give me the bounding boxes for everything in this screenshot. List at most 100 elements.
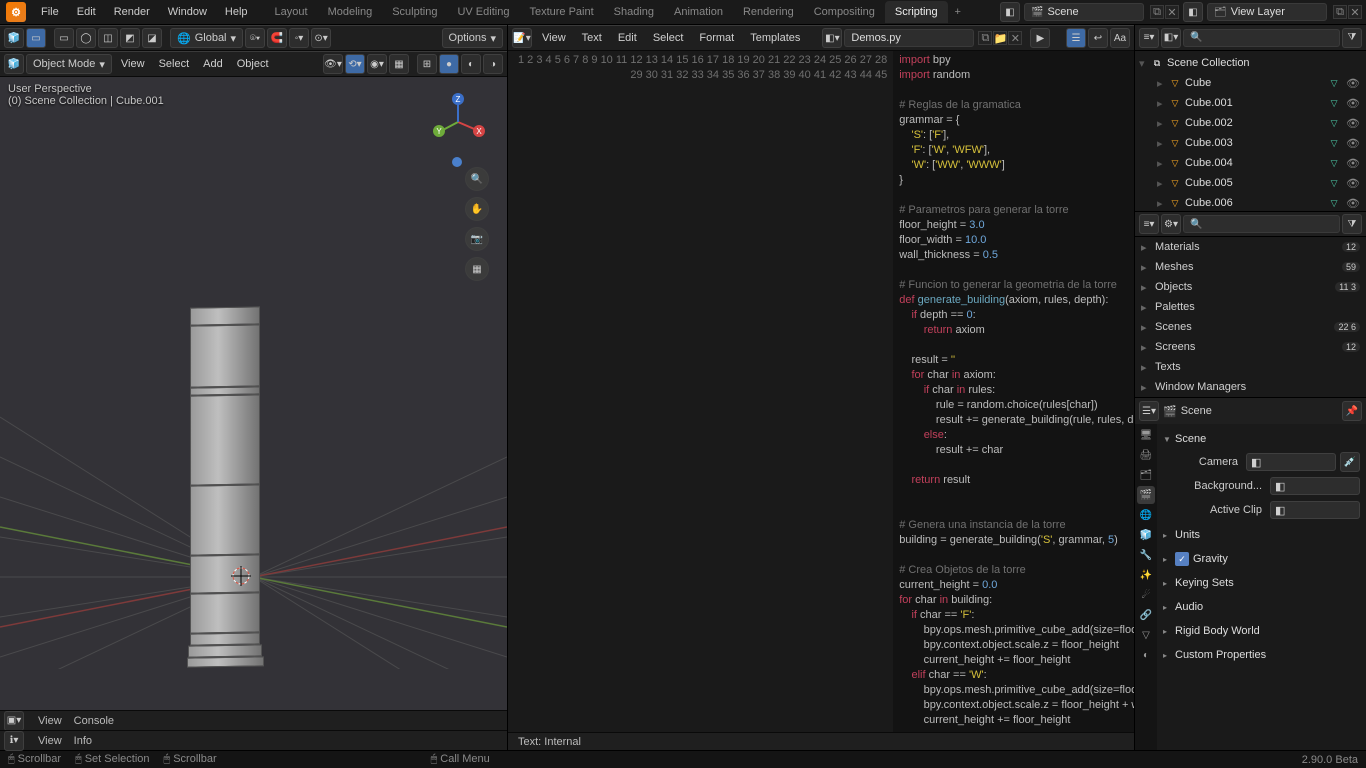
tab-scene-icon[interactable]: 🎬: [1137, 486, 1155, 504]
wordwrap-toggle-icon[interactable]: ↩: [1088, 28, 1108, 48]
blend-item[interactable]: ▸Texts: [1135, 357, 1366, 377]
menu-window[interactable]: Window: [159, 6, 216, 18]
syntax-toggle-icon[interactable]: Aa: [1110, 28, 1130, 48]
orientation-gizmo[interactable]: Z Y X: [433, 97, 483, 147]
blend-item[interactable]: ▸Scenes22 6: [1135, 317, 1366, 337]
console-menu-view[interactable]: View: [32, 715, 68, 727]
header-options-dropdown[interactable]: Options ▾: [442, 28, 503, 48]
viewport-3d[interactable]: User Perspective (0) Scene Collection | …: [0, 77, 507, 710]
text-menu-select[interactable]: Select: [645, 32, 692, 44]
menu-render[interactable]: Render: [105, 6, 159, 18]
viewport-menu-select[interactable]: Select: [152, 58, 197, 70]
panel-audio[interactable]: ▸Audio: [1163, 596, 1360, 618]
select-circle-icon[interactable]: ◯: [76, 28, 96, 48]
text-menu-templates[interactable]: Templates: [742, 32, 808, 44]
scene-name-field[interactable]: 🎬Scene: [1024, 3, 1144, 21]
xray-toggle-icon[interactable]: ▦: [389, 54, 409, 74]
linenum-toggle-icon[interactable]: ☰: [1066, 28, 1086, 48]
select-ext2-icon[interactable]: ◪: [142, 28, 162, 48]
text-file-field[interactable]: Demos.py: [844, 29, 974, 47]
panel-units[interactable]: ▸Units: [1163, 524, 1360, 546]
visibility-toggle-icon[interactable]: 👁: [1344, 197, 1362, 210]
pan-icon[interactable]: ✋: [465, 197, 489, 221]
shading-rendered-icon[interactable]: ◑: [483, 54, 503, 74]
visibility-icon[interactable]: 👁▾: [323, 54, 343, 74]
tab-output-icon[interactable]: 🖨: [1137, 446, 1155, 464]
panel-custom-properties[interactable]: ▸Custom Properties: [1163, 644, 1360, 666]
tab-modifier-icon[interactable]: 🔧: [1137, 546, 1155, 564]
add-workspace-button[interactable]: +: [948, 6, 968, 18]
viewlayer-browse-icon[interactable]: ◧: [1183, 2, 1203, 22]
info-menu-view[interactable]: View: [32, 735, 68, 747]
panel-keying-sets[interactable]: ▸Keying Sets: [1163, 572, 1360, 594]
menu-edit[interactable]: Edit: [68, 6, 105, 18]
tab-mesh-icon[interactable]: ▽: [1137, 626, 1155, 644]
snap-dropdown-icon[interactable]: ◦▾: [289, 28, 309, 48]
blendfile-editor-icon[interactable]: ≡▾: [1139, 214, 1159, 234]
editor-type-icon[interactable]: 🧊: [4, 28, 24, 48]
visibility-toggle-icon[interactable]: 👁: [1344, 177, 1362, 190]
outliner-item[interactable]: ▸▽Cube.004▽👁: [1135, 153, 1366, 173]
pin-icon[interactable]: 📌: [1342, 401, 1362, 421]
select-box-icon[interactable]: ▭: [54, 28, 74, 48]
snap-toggle-icon[interactable]: 🧲: [267, 28, 287, 48]
shading-matprev-icon[interactable]: ◐: [461, 54, 481, 74]
viewport-menu-object[interactable]: Object: [230, 58, 276, 70]
viewport-menu-view[interactable]: View: [114, 58, 152, 70]
tab-viewlayer-icon[interactable]: 🗂: [1137, 466, 1155, 484]
text-new-button[interactable]: ⧉: [978, 31, 992, 45]
text-open-button[interactable]: 📁: [993, 31, 1007, 45]
workspace-tab-modeling[interactable]: Modeling: [318, 1, 383, 23]
camera-field[interactable]: ◧: [1246, 453, 1336, 471]
workspace-tab-texture-paint[interactable]: Texture Paint: [519, 1, 603, 23]
panel-scene[interactable]: ▼Scene: [1163, 428, 1360, 450]
blend-item[interactable]: ▸Meshes59: [1135, 257, 1366, 277]
scene-delete-button[interactable]: ✕: [1165, 5, 1179, 19]
workspace-tab-shading[interactable]: Shading: [604, 1, 664, 23]
visibility-toggle-icon[interactable]: 👁: [1344, 137, 1362, 150]
props-editor-icon[interactable]: ☰▾: [1139, 401, 1159, 421]
blendfile-search[interactable]: 🔍: [1183, 215, 1340, 233]
viewlayer-new-button[interactable]: ⧉: [1333, 5, 1347, 19]
shading-wire-icon[interactable]: ⊞: [417, 54, 437, 74]
workspace-tab-animation[interactable]: Animation: [664, 1, 733, 23]
workspace-tab-scripting[interactable]: Scripting: [885, 1, 948, 23]
outliner-item[interactable]: ▸▽Cube.001▽👁: [1135, 93, 1366, 113]
overlays-toggle-icon[interactable]: ◉▾: [367, 54, 387, 74]
outliner-editor-icon[interactable]: ≡▾: [1139, 28, 1159, 48]
console-editor-icon[interactable]: ▣▾: [4, 711, 24, 731]
shading-solid-icon[interactable]: ●: [439, 54, 459, 74]
camera-view-icon[interactable]: 📷: [465, 227, 489, 251]
proportional-edit-icon[interactable]: ⊙▾: [311, 28, 331, 48]
console-menu-console[interactable]: Console: [68, 715, 120, 727]
blend-item[interactable]: ▸Objects11 3: [1135, 277, 1366, 297]
outliner-item[interactable]: ▸▽Cube.003▽👁: [1135, 133, 1366, 153]
text-browse-icon[interactable]: ◧▾: [822, 28, 842, 48]
menu-help[interactable]: Help: [216, 6, 257, 18]
workspace-tab-uv-editing[interactable]: UV Editing: [447, 1, 519, 23]
cursor-select-icon[interactable]: ▭: [26, 28, 46, 48]
blend-item[interactable]: ▸Palettes: [1135, 297, 1366, 317]
visibility-toggle-icon[interactable]: 👁: [1344, 157, 1362, 170]
pivot-dropdown-icon[interactable]: ⌾▾: [245, 28, 265, 48]
outliner-root[interactable]: ▾⧉Scene Collection: [1135, 53, 1366, 73]
outliner-filter-icon[interactable]: ⧩: [1342, 28, 1362, 48]
panel-rigid-body-world[interactable]: ▸Rigid Body World: [1163, 620, 1360, 642]
viewlayer-name-field[interactable]: 🗂View Layer: [1207, 3, 1327, 21]
info-menu-info[interactable]: Info: [68, 735, 98, 747]
perspective-toggle-icon[interactable]: ▦: [465, 257, 489, 281]
activeclip-field[interactable]: ◧: [1270, 501, 1360, 519]
camera-eyedrop-icon[interactable]: 💉: [1340, 452, 1360, 472]
gizmo-toggle-icon[interactable]: ⟲▾: [345, 54, 365, 74]
mode-dropdown[interactable]: Object Mode ▾: [26, 54, 112, 74]
tab-object-icon[interactable]: 🧊: [1137, 526, 1155, 544]
text-menu-text[interactable]: Text: [574, 32, 610, 44]
info-editor-icon[interactable]: ℹ▾: [4, 731, 24, 751]
panel-gravity[interactable]: ▸✓ Gravity: [1163, 548, 1360, 570]
outliner-item[interactable]: ▸▽Cube.005▽👁: [1135, 173, 1366, 193]
blendfile-mode-icon[interactable]: ⚙▾: [1161, 214, 1181, 234]
tab-constraints-icon[interactable]: 🔗: [1137, 606, 1155, 624]
select-ext-icon[interactable]: ◩: [120, 28, 140, 48]
transform-orient-dropdown[interactable]: 🌐 Global ▾: [170, 28, 243, 48]
text-menu-edit[interactable]: Edit: [610, 32, 645, 44]
